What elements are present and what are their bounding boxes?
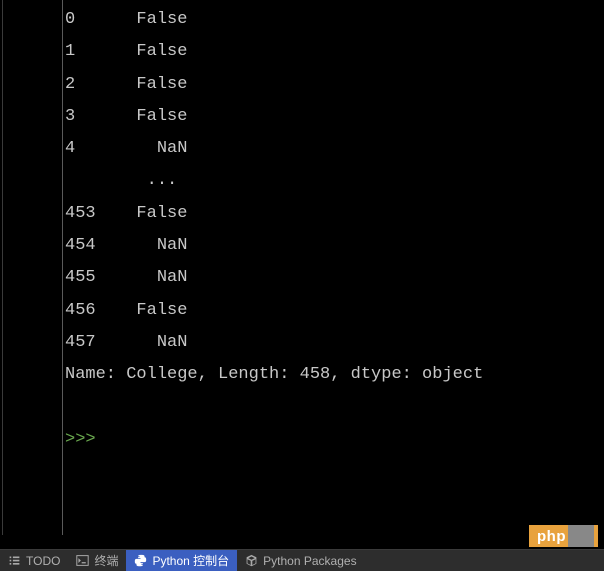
list-icon bbox=[8, 554, 21, 567]
output-row: 455 NaN bbox=[65, 262, 604, 294]
packages-icon bbox=[245, 554, 258, 567]
todo-label: TODO bbox=[26, 554, 60, 568]
python-prompt[interactable]: >>> bbox=[65, 424, 604, 456]
terminal-tab[interactable]: 终端 bbox=[68, 550, 126, 571]
output-row: 456 False bbox=[65, 295, 604, 327]
python-console-label: Python 控制台 bbox=[152, 552, 229, 569]
output-row: 1 False bbox=[65, 36, 604, 68]
watermark-box bbox=[568, 525, 594, 547]
watermark-text: php bbox=[537, 528, 566, 545]
watermark: php bbox=[529, 525, 598, 547]
output-row: ... bbox=[65, 165, 604, 197]
gutter-mid bbox=[3, 0, 33, 535]
python-icon bbox=[134, 554, 147, 567]
output-row: 2 False bbox=[65, 69, 604, 101]
output-row: 0 False bbox=[65, 4, 604, 36]
python-console-tab[interactable]: Python 控制台 bbox=[126, 550, 237, 571]
terminal-label: 终端 bbox=[94, 552, 118, 569]
series-summary: Name: College, Length: 458, dtype: objec… bbox=[65, 359, 604, 391]
python-console-output[interactable]: 0 False1 False2 False3 False4 NaN ... 45… bbox=[63, 0, 604, 535]
gutter-line bbox=[33, 0, 63, 535]
output-row: 453 False bbox=[65, 198, 604, 230]
output-row: 454 NaN bbox=[65, 230, 604, 262]
terminal-icon bbox=[76, 554, 89, 567]
todo-tab[interactable]: TODO bbox=[0, 550, 68, 571]
output-row: 4 NaN bbox=[65, 133, 604, 165]
output-row: 457 NaN bbox=[65, 327, 604, 359]
tool-window-bar: TODO 终端 Python 控制台 Python Packages bbox=[0, 549, 604, 571]
output-row: 3 False bbox=[65, 101, 604, 133]
python-packages-tab[interactable]: Python Packages bbox=[237, 550, 364, 571]
python-packages-label: Python Packages bbox=[263, 554, 356, 568]
